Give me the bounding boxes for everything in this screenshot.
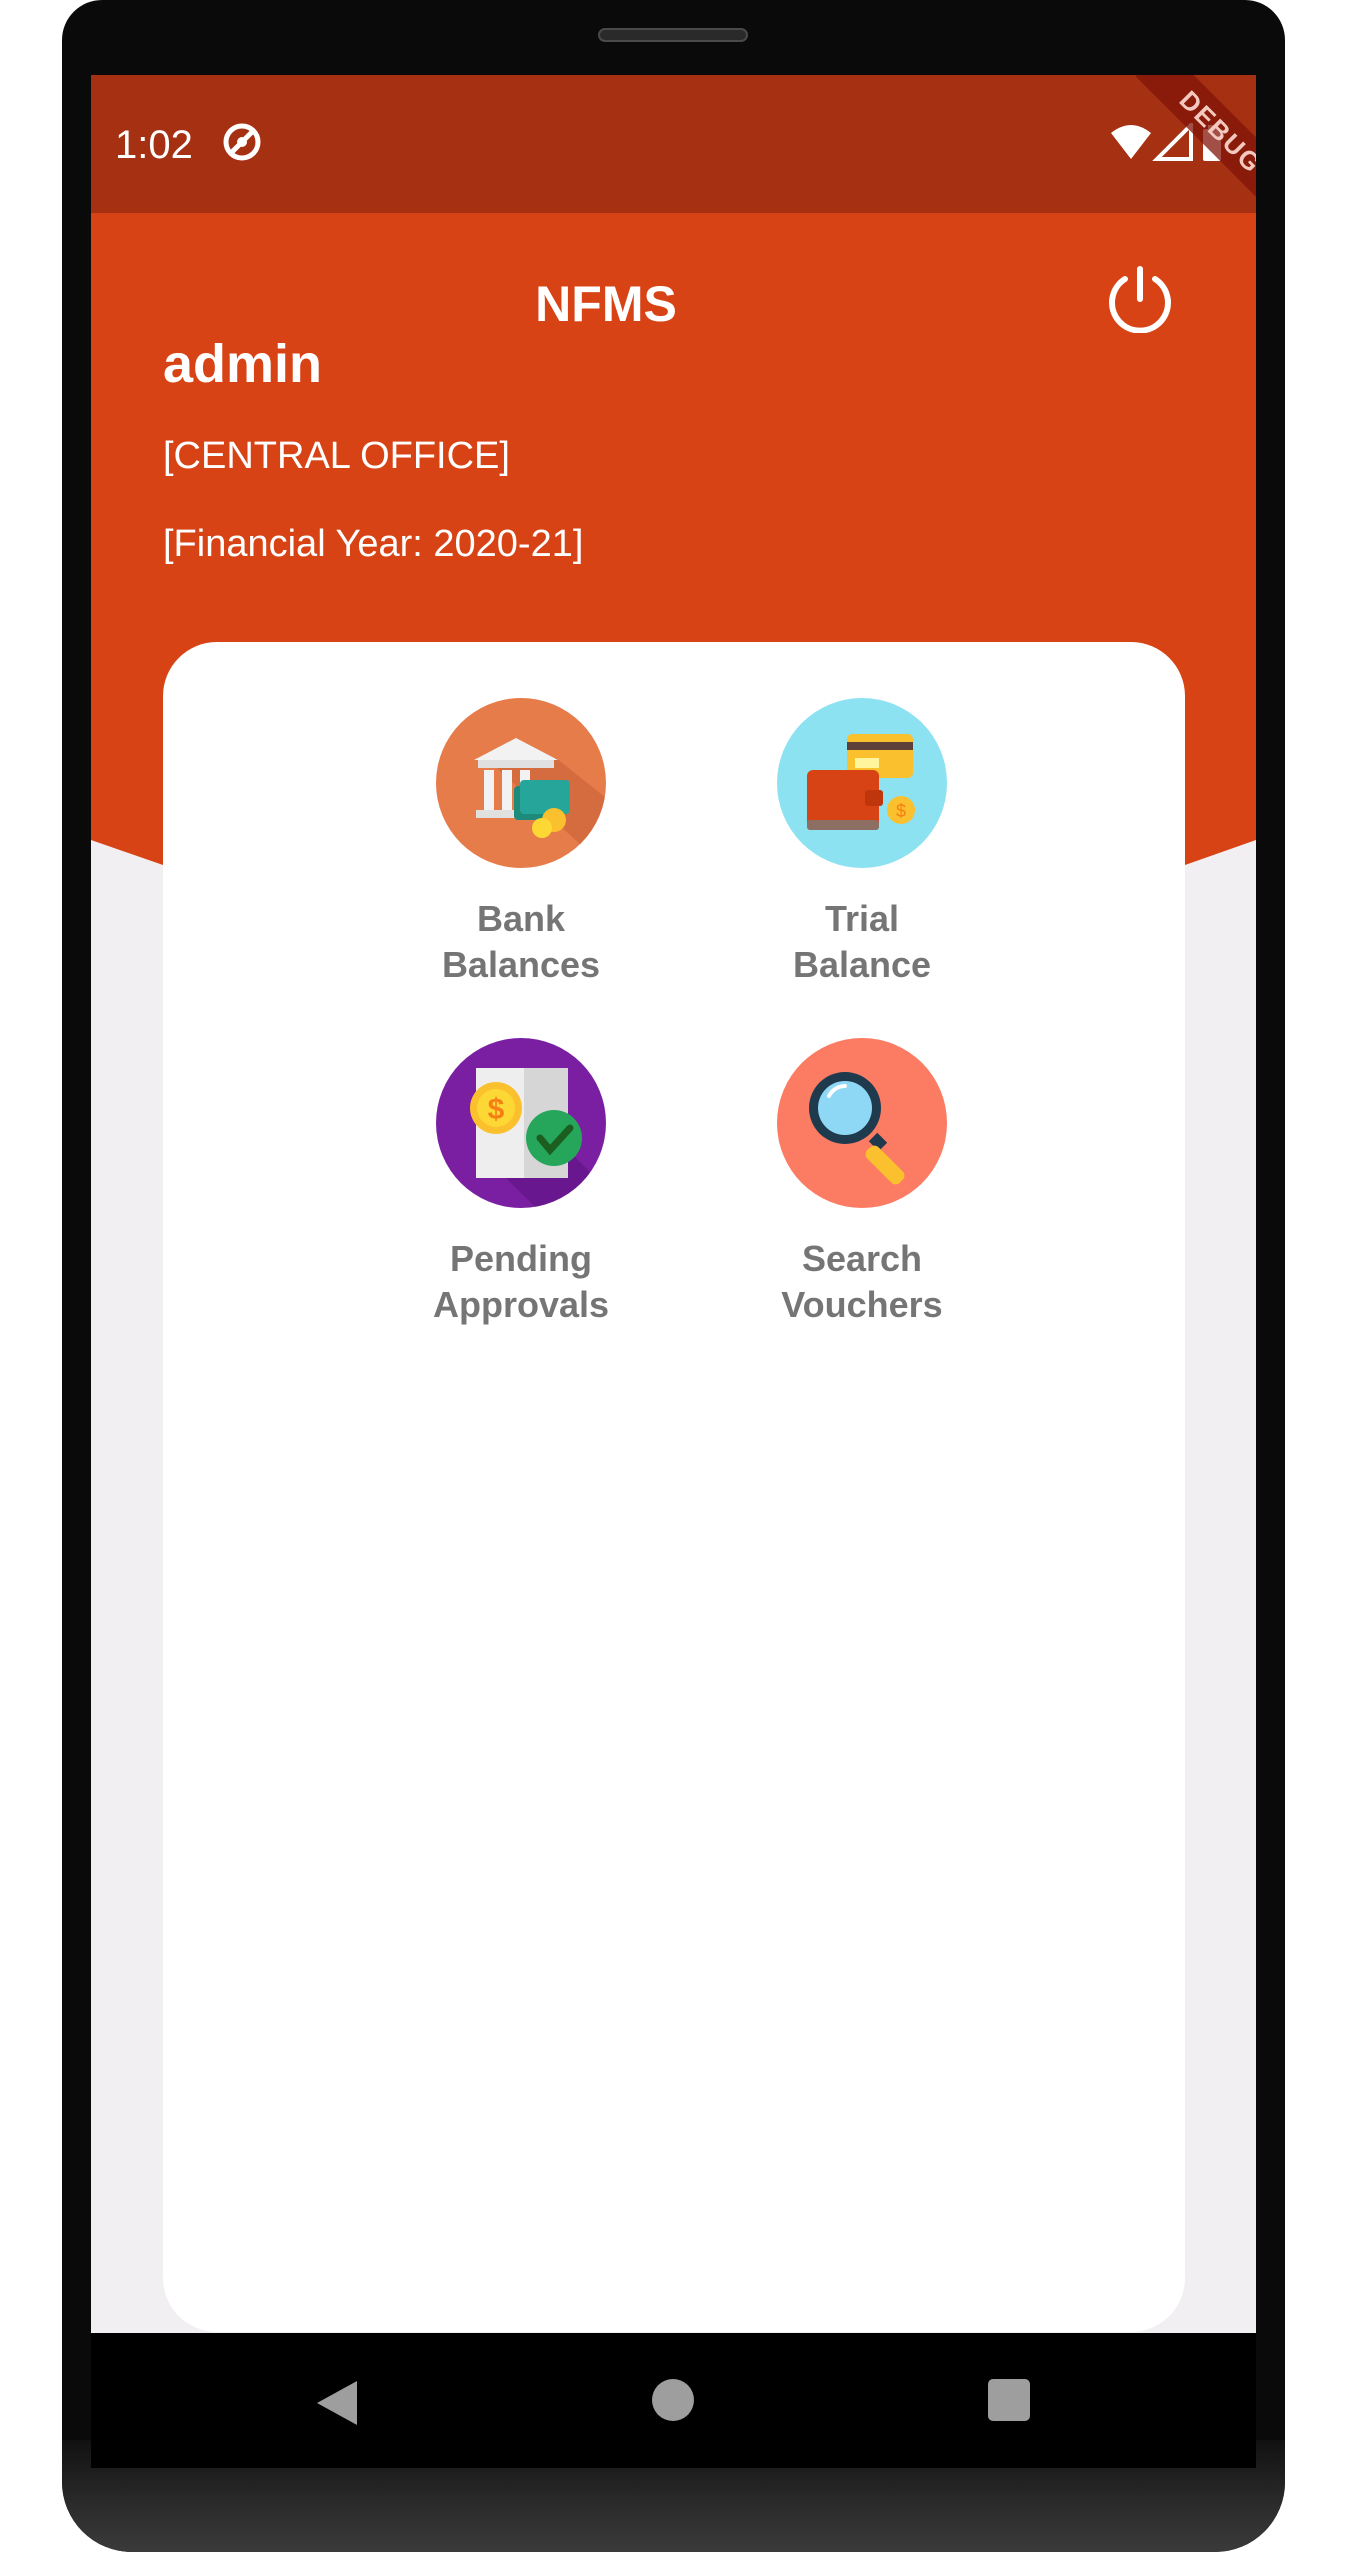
magnifier-icon (777, 1038, 947, 1208)
menu-item-bank-balances[interactable]: Bank Balances (371, 698, 671, 988)
approval-icon: $ (436, 1038, 606, 1208)
menu-item-search-vouchers[interactable]: Search Vouchers (712, 1038, 1012, 1328)
navigation-bar (91, 2333, 1256, 2468)
sync-disabled-icon (223, 123, 261, 161)
wifi-icon (1111, 125, 1151, 159)
menu-item-pending-approvals[interactable]: $ Pending Approvals (371, 1038, 671, 1328)
phone-speaker (598, 28, 748, 42)
menu-item-label: Pending Approvals (432, 1238, 610, 1325)
back-icon[interactable] (313, 2377, 361, 2429)
status-bar: 1:02 DEBUG (91, 75, 1256, 218)
signal-icon (1152, 123, 1193, 161)
office-label: [CENTRAL OFFICE] (163, 435, 510, 477)
svg-text:$: $ (488, 1093, 505, 1126)
user-name: admin (163, 334, 323, 394)
menu-item-label: Bank Balances (441, 898, 601, 985)
bank-icon (436, 698, 606, 868)
menu-item-label: Trial Balance (792, 898, 932, 985)
svg-text:$: $ (896, 801, 906, 821)
app-screen: 1:02 DEBUG NFMS admin [CENTRAL OFFICE] [… (91, 75, 1256, 2333)
menu-card: Bank Balances $ Trial Balance $ Pending … (163, 642, 1185, 2332)
financial-year-label: [Financial Year: 2020-21] (163, 523, 584, 565)
status-time: 1:02 (115, 123, 193, 167)
wallet-card-icon: $ (777, 698, 947, 868)
menu-item-label: Search Vouchers (781, 1238, 943, 1325)
power-icon[interactable] (1105, 263, 1175, 333)
home-icon[interactable] (652, 2379, 694, 2421)
app-title: NFMS (535, 276, 677, 332)
recent-apps-icon[interactable] (988, 2379, 1030, 2421)
menu-item-trial-balance[interactable]: $ Trial Balance (712, 698, 1012, 988)
